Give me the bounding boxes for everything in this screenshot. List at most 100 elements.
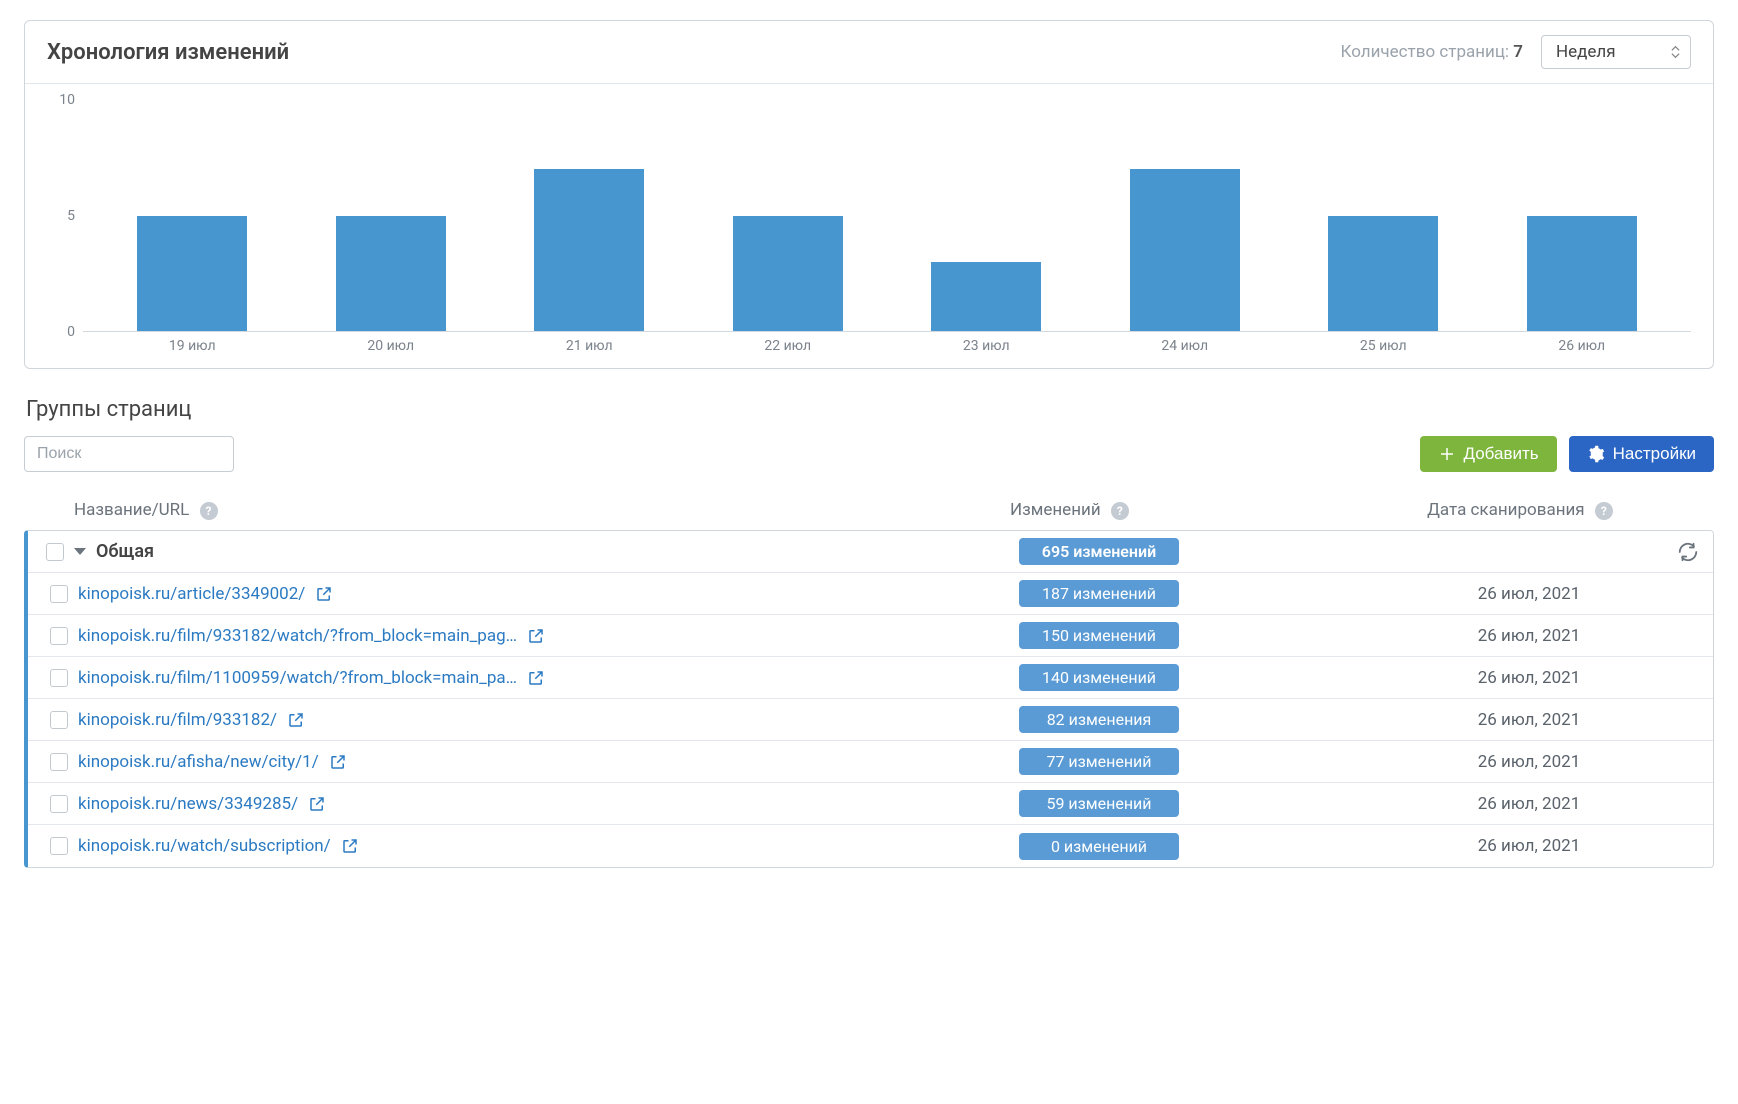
checkbox[interactable] (50, 795, 68, 813)
x-tick: 22 июл (689, 338, 888, 360)
page-url-link[interactable]: kinopoisk.ru/film/933182/watch/?from_blo… (78, 626, 517, 646)
plus-icon (1438, 445, 1456, 463)
col-changes-label: Изменений (1010, 500, 1101, 520)
chart-bar[interactable] (733, 216, 843, 332)
checkbox[interactable] (50, 753, 68, 771)
checkbox[interactable] (50, 627, 68, 645)
changes-badge[interactable]: 0 изменений (1019, 833, 1179, 860)
external-link-icon[interactable] (527, 627, 545, 645)
help-icon[interactable]: ? (1111, 502, 1129, 520)
chronology-header: Хронология изменений Количество страниц:… (25, 21, 1713, 84)
chronology-card: Хронология изменений Количество страниц:… (24, 20, 1714, 369)
table-row: kinopoisk.ru/watch/subscription/0 измене… (28, 825, 1713, 867)
y-tick: 10 (59, 92, 75, 108)
col-name-label: Название/URL (74, 500, 189, 520)
scan-date: 26 июл, 2021 (1359, 710, 1699, 730)
bar-slot (93, 100, 292, 331)
scan-date: 26 июл, 2021 (1359, 836, 1699, 856)
page-groups-title: Группы страниц (26, 397, 1714, 422)
external-link-icon[interactable] (315, 585, 333, 603)
chart-bars (83, 100, 1691, 331)
checkbox[interactable] (50, 585, 68, 603)
table-row: kinopoisk.ru/film/933182/watch/?from_blo… (28, 615, 1713, 657)
page-groups-table: Общая 695 изменений kinopoisk.ru/article… (24, 530, 1714, 868)
col-name: Название/URL ? (74, 500, 1010, 520)
page-url-link[interactable]: kinopoisk.ru/news/3349285/ (78, 794, 298, 814)
external-link-icon[interactable] (341, 837, 359, 855)
chart-plot (83, 100, 1691, 332)
search-input[interactable] (24, 436, 234, 472)
chart: 0510 19 июл20 июл21 июл22 июл23 июл24 ию… (47, 100, 1691, 360)
settings-button-label: Настройки (1613, 444, 1696, 464)
bar-slot (1483, 100, 1682, 331)
page-url-link[interactable]: kinopoisk.ru/film/1100959/watch/?from_bl… (78, 668, 517, 688)
pages-count: Количество страниц: 7 (1341, 42, 1524, 62)
changes-badge[interactable]: 695 изменений (1019, 538, 1179, 565)
chronology-title: Хронология изменений (47, 40, 289, 65)
caret-down-icon[interactable] (74, 548, 86, 555)
x-tick: 20 июл (292, 338, 491, 360)
scan-date: 26 июл, 2021 (1359, 752, 1699, 772)
pages-count-value: 7 (1513, 42, 1523, 62)
bar-slot (1086, 100, 1285, 331)
x-tick: 19 июл (93, 338, 292, 360)
select-caret-icon (1671, 46, 1680, 59)
range-select-value: Неделя (1556, 42, 1616, 62)
x-tick: 23 июл (887, 338, 1086, 360)
checkbox[interactable] (46, 543, 64, 561)
chart-bar[interactable] (336, 216, 446, 332)
chart-x-axis: 19 июл20 июл21 июл22 июл23 июл24 июл25 и… (83, 332, 1691, 360)
column-headers: Название/URL ? Изменений ? Дата сканиров… (24, 490, 1714, 530)
checkbox[interactable] (50, 711, 68, 729)
bar-slot (490, 100, 689, 331)
y-tick: 5 (67, 208, 75, 224)
checkbox[interactable] (50, 669, 68, 687)
group-row[interactable]: Общая 695 изменений (28, 531, 1713, 573)
scan-date: 26 июл, 2021 (1359, 584, 1699, 604)
chart-bar[interactable] (1527, 216, 1637, 332)
bar-slot (292, 100, 491, 331)
changes-badge[interactable]: 59 изменений (1019, 790, 1179, 817)
page-url-link[interactable]: kinopoisk.ru/film/933182/ (78, 710, 277, 730)
table-row: kinopoisk.ru/film/1100959/watch/?from_bl… (28, 657, 1713, 699)
settings-button[interactable]: Настройки (1569, 436, 1714, 472)
chronology-header-right: Количество страниц: 7 Неделя (1341, 35, 1692, 69)
changes-badge[interactable]: 140 изменений (1019, 664, 1179, 691)
col-scan-date: Дата сканирования ? (1350, 500, 1690, 520)
changes-badge[interactable]: 187 изменений (1019, 580, 1179, 607)
bar-slot (887, 100, 1086, 331)
x-tick: 26 июл (1483, 338, 1682, 360)
refresh-button[interactable] (1677, 541, 1699, 563)
external-link-icon[interactable] (527, 669, 545, 687)
chart-bar[interactable] (931, 262, 1041, 331)
chart-area: 0510 19 июл20 июл21 июл22 июл23 июл24 ию… (25, 84, 1713, 368)
x-tick: 25 июл (1284, 338, 1483, 360)
table-row: kinopoisk.ru/afisha/new/city/1/77 измене… (28, 741, 1713, 783)
chart-bar[interactable] (137, 216, 247, 332)
range-select[interactable]: Неделя (1541, 35, 1691, 69)
chart-bar[interactable] (534, 169, 644, 331)
external-link-icon[interactable] (329, 753, 347, 771)
changes-badge[interactable]: 77 изменений (1019, 748, 1179, 775)
x-tick: 24 июл (1086, 338, 1285, 360)
toolbar: Добавить Настройки (24, 436, 1714, 472)
bar-slot (689, 100, 888, 331)
scan-date: 26 июл, 2021 (1359, 626, 1699, 646)
table-row: kinopoisk.ru/film/933182/82 изменения 26 … (28, 699, 1713, 741)
chart-y-axis: 0510 (47, 100, 83, 332)
bar-slot (1284, 100, 1483, 331)
chart-bar[interactable] (1328, 216, 1438, 332)
external-link-icon[interactable] (287, 711, 305, 729)
page-url-link[interactable]: kinopoisk.ru/watch/subscription/ (78, 836, 331, 856)
add-button[interactable]: Добавить (1420, 436, 1557, 472)
help-icon[interactable]: ? (200, 502, 218, 520)
chart-bar[interactable] (1130, 169, 1240, 331)
page-url-link[interactable]: kinopoisk.ru/article/3349002/ (78, 584, 305, 604)
page-url-link[interactable]: kinopoisk.ru/afisha/new/city/1/ (78, 752, 319, 772)
checkbox[interactable] (50, 837, 68, 855)
help-icon[interactable]: ? (1595, 502, 1613, 520)
refresh-icon (1677, 541, 1699, 563)
external-link-icon[interactable] (308, 795, 326, 813)
changes-badge[interactable]: 150 изменений (1019, 622, 1179, 649)
changes-badge[interactable]: 82 изменения (1019, 706, 1179, 733)
